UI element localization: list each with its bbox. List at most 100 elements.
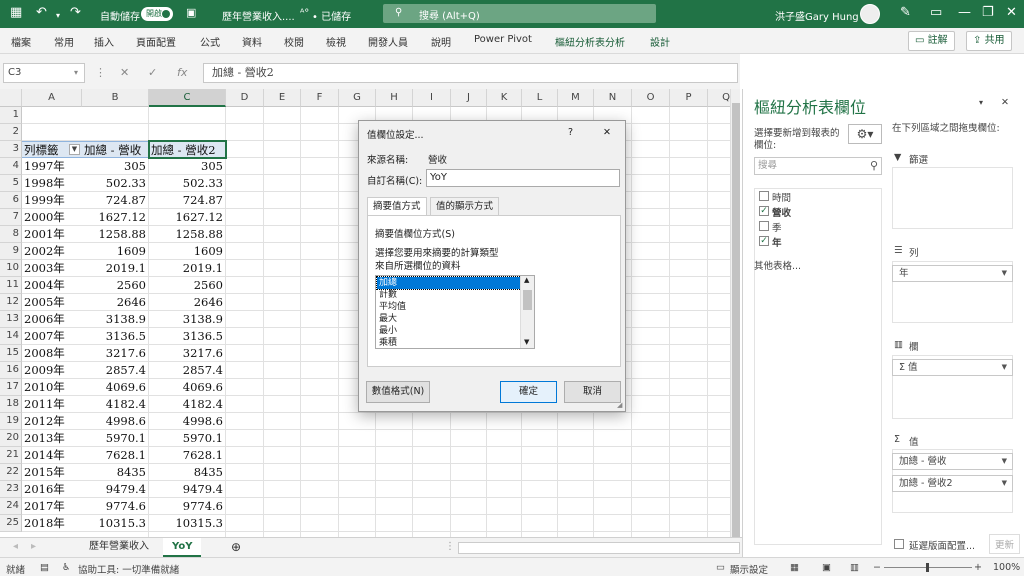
table-cell[interactable]: 2857.4 xyxy=(149,362,226,379)
zoom-in-icon[interactable]: + xyxy=(974,562,982,573)
ribbon-display-icon[interactable]: ▭ xyxy=(930,5,942,21)
add-sheet-icon[interactable]: ⊕ xyxy=(222,538,250,557)
values-field-revenue2[interactable]: 加總 - 營收2 xyxy=(892,475,1013,492)
page-break-view-icon[interactable]: ▥ xyxy=(850,562,859,573)
tab-data[interactable]: 資料 xyxy=(242,34,262,49)
table-cell[interactable]: 7628.1 xyxy=(149,447,226,464)
tab-show-values-as[interactable]: 值的顯示方式 xyxy=(430,197,500,216)
redo-icon[interactable]: ↷ xyxy=(70,5,81,21)
minimize-icon[interactable]: — xyxy=(958,5,971,21)
row-header-4[interactable]: 4 xyxy=(0,158,22,175)
table-cell[interactable]: 2646 xyxy=(149,294,226,311)
search-box[interactable]: ⚲ 搜尋 (Alt+Q) xyxy=(383,4,656,23)
comments-button[interactable]: ▭ 註解 xyxy=(908,31,955,51)
row-header-2[interactable]: 2 xyxy=(0,124,22,141)
table-cell[interactable]: 9774.6 xyxy=(149,498,226,515)
list-scroll-thumb[interactable] xyxy=(523,290,532,310)
tab-file[interactable]: 檔案 xyxy=(11,34,31,49)
table-cell[interactable]: 2000年 xyxy=(22,209,82,226)
formula-input[interactable]: 加總 - 營收2 xyxy=(203,63,738,83)
number-format-button[interactable]: 數值格式(N) xyxy=(366,381,430,403)
column-header-g[interactable]: G xyxy=(339,89,376,107)
row-header-6[interactable]: 6 xyxy=(0,192,22,209)
table-cell[interactable]: 10315.3 xyxy=(149,515,226,532)
table-cell[interactable]: 2857.4 xyxy=(82,362,149,379)
row-header-11[interactable]: 11 xyxy=(0,277,22,294)
vertical-scrollbar[interactable] xyxy=(730,89,740,543)
table-cell[interactable]: 305 xyxy=(149,158,226,175)
accessibility-status[interactable]: 協助工具: 一切準備就緒 xyxy=(78,562,179,576)
table-cell[interactable]: 7628.1 xyxy=(82,447,149,464)
column-header-e[interactable]: E xyxy=(264,89,301,107)
autosave-toggle[interactable]: 開啟 xyxy=(141,7,173,21)
rows-field-year[interactable]: 年 xyxy=(892,265,1013,282)
table-cell[interactable]: 4182.4 xyxy=(149,396,226,413)
table-cell[interactable]: 2002年 xyxy=(22,243,82,260)
table-cell[interactable]: 8435 xyxy=(149,464,226,481)
summarize-function-list[interactable]: 加總 計數 平均值 最大 最小 乘積 ▲ ▼ xyxy=(375,275,535,349)
table-cell[interactable]: 4069.6 xyxy=(82,379,149,396)
field-label-year[interactable]: 年 xyxy=(772,235,782,249)
field-checkbox-time[interactable] xyxy=(759,191,769,201)
option-count[interactable]: 計數 xyxy=(377,289,521,301)
row-header-14[interactable]: 14 xyxy=(0,328,22,345)
ok-button[interactable]: 確定 xyxy=(500,381,557,403)
table-cell[interactable]: 305 xyxy=(82,158,149,175)
column-header-o[interactable]: O xyxy=(632,89,670,107)
column-header-j[interactable]: J xyxy=(451,89,487,107)
column-header-c[interactable]: C xyxy=(149,89,226,107)
row-header-18[interactable]: 18 xyxy=(0,396,22,413)
table-cell[interactable]: 1258.88 xyxy=(149,226,226,243)
option-product[interactable]: 乘積 xyxy=(377,337,521,348)
row-header-9[interactable]: 9 xyxy=(0,243,22,260)
column-header-n[interactable]: N xyxy=(594,89,632,107)
table-cell[interactable]: 1997年 xyxy=(22,158,82,175)
tab-home[interactable]: 常用 xyxy=(54,34,74,49)
user-name[interactable]: 洪子盛Gary Hung xyxy=(775,8,859,23)
table-cell[interactable]: 2003年 xyxy=(22,260,82,277)
table-cell[interactable]: 1258.88 xyxy=(82,226,149,243)
table-cell[interactable]: 2009年 xyxy=(22,362,82,379)
scroll-down-icon[interactable]: ▼ xyxy=(524,338,529,346)
table-cell[interactable]: 2011年 xyxy=(22,396,82,413)
pane-close-icon[interactable]: ✕ xyxy=(1001,97,1009,108)
filters-area[interactable] xyxy=(892,167,1013,229)
column-header-a[interactable]: A xyxy=(22,89,82,107)
insert-function-button[interactable]: fx xyxy=(177,66,187,79)
pen-icon[interactable]: ✎ xyxy=(900,5,911,21)
table-cell[interactable]: 9479.4 xyxy=(82,481,149,498)
row-header-8[interactable]: 8 xyxy=(0,226,22,243)
table-cell[interactable]: 2014年 xyxy=(22,447,82,464)
option-average[interactable]: 平均值 xyxy=(377,301,521,313)
table-cell[interactable]: 3136.5 xyxy=(149,328,226,345)
tab-summarize-by[interactable]: 摘要值方式 xyxy=(367,197,427,216)
row-header-12[interactable]: 12 xyxy=(0,294,22,311)
table-cell[interactable]: 3136.5 xyxy=(82,328,149,345)
option-max[interactable]: 最大 xyxy=(377,313,521,325)
table-cell[interactable]: 2004年 xyxy=(22,277,82,294)
table-cell[interactable]: 5970.1 xyxy=(149,430,226,447)
cancel-icon[interactable]: ✕ xyxy=(120,66,129,79)
undo-dropdown-icon[interactable]: ▾ xyxy=(56,8,60,24)
field-checkbox-revenue[interactable]: ✓ xyxy=(759,206,769,216)
row-header-24[interactable]: 24 xyxy=(0,498,22,515)
tab-page-layout[interactable]: 頁面配置 xyxy=(136,34,176,49)
tab-review[interactable]: 校閱 xyxy=(284,34,304,49)
table-cell[interactable]: 3138.9 xyxy=(82,311,149,328)
values-field-revenue[interactable]: 加總 - 營收 xyxy=(892,453,1013,470)
gear-icon[interactable]: ⚙▾ xyxy=(848,124,882,144)
table-cell[interactable]: 9774.6 xyxy=(82,498,149,515)
name-box-dropdown-icon[interactable]: ▾ xyxy=(74,68,78,77)
file-name[interactable]: 歷年營業收入.... xyxy=(222,8,295,23)
row-header-15[interactable]: 15 xyxy=(0,345,22,362)
column-header-q[interactable]: Q xyxy=(708,89,730,107)
tab-insert[interactable]: 插入 xyxy=(94,34,114,49)
page-layout-view-icon[interactable]: ▣ xyxy=(822,562,831,573)
resize-grip-icon[interactable]: ◢ xyxy=(617,401,622,409)
column-header-m[interactable]: M xyxy=(558,89,594,107)
row-header-21[interactable]: 21 xyxy=(0,447,22,464)
field-label-quarter[interactable]: 季 xyxy=(772,220,782,234)
table-cell[interactable]: 2016年 xyxy=(22,481,82,498)
enter-icon[interactable]: ✓ xyxy=(148,66,157,79)
defer-layout-label[interactable]: 延遲版面配置... xyxy=(909,538,975,552)
